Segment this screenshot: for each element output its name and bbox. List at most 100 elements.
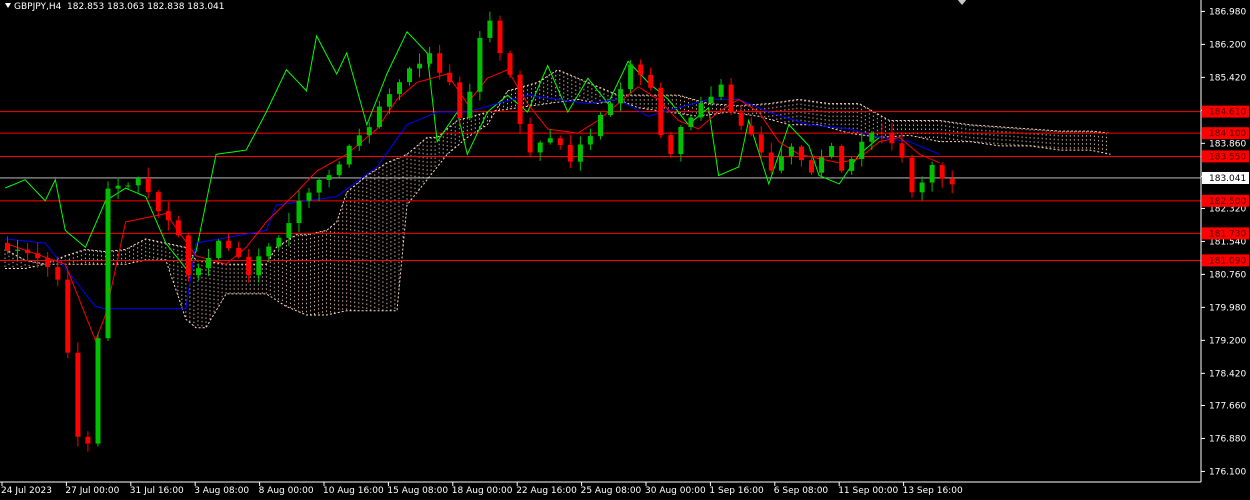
bull-candle [477,37,483,92]
bull-candle [276,237,282,247]
x-tick-label: 18 Aug 00:00 [452,486,513,496]
x-tick-label: 13 Sep 16:00 [903,486,963,496]
level-price-label: 183.550 [1209,152,1246,162]
x-tick-label: 15 Aug 08:00 [387,486,448,496]
bear-candle [155,192,161,212]
bear-candle [165,211,171,221]
bear-candle [939,165,945,179]
x-tick-label: 10 Aug 16:00 [323,486,384,496]
bear-candle [175,220,181,236]
bull-candle [778,156,784,171]
level-price-label: 184.610 [1209,108,1246,118]
bull-candle [135,178,141,186]
bull-candle [678,127,684,155]
bull-candle [15,249,21,251]
bull-candle [286,223,292,238]
bull-candle [196,268,201,276]
x-tick-label: 1 Sep 16:00 [709,486,764,496]
bear-candle [909,157,915,193]
bear-candle [507,53,513,75]
y-tick-label: 185.420 [1209,73,1246,83]
bull-candle [316,180,322,193]
dropdown-triangle-icon[interactable] [5,3,11,8]
bull-candle [427,53,433,64]
bull-candle [397,82,402,95]
bull-candle [547,138,553,143]
bull-candle [356,135,362,146]
bull-candle [919,182,925,193]
senkou-span-a-line [4,98,1111,265]
bear-candle [517,74,523,124]
bear-candle [85,436,91,444]
bear-candle [447,72,453,83]
ohlc-values: 182.853 183.063 182.838 183.041 [67,2,225,12]
bull-candle [628,64,634,90]
bear-candle [497,20,503,54]
bear-candle [879,132,885,134]
bull-candle [537,142,543,153]
bear-candle [799,146,804,161]
y-tick-label: 178.420 [1209,369,1246,379]
x-tick-label: 24 Jul 2023 [1,486,52,496]
bear-candle [527,124,533,153]
candles [5,11,955,452]
bear-candle [809,160,814,173]
bull-candle [125,185,131,187]
bull-candle [577,144,583,162]
bull-candle [386,94,392,107]
bear-candle [145,178,151,193]
bear-candle [65,279,71,353]
y-tick-label: 179.200 [1209,336,1246,346]
bull-candle [467,91,473,119]
chart-shift-marker-icon[interactable] [957,0,967,5]
bear-candle [75,352,81,437]
bull-candle [366,127,372,136]
bear-candle [728,84,734,113]
bear-candle [889,133,895,144]
bull-candle [698,103,704,118]
bull-candle [608,103,613,115]
indicator-lines [4,30,940,342]
y-tick-label: 186.200 [1209,40,1246,50]
bear-candle [246,256,252,276]
bear-candle [236,248,242,257]
bull-candle [587,136,593,145]
ichimoku-cloud [4,69,1111,329]
bull-candle [306,192,312,201]
bull-candle [105,188,111,339]
bear-candle [185,235,191,276]
bull-candle [829,146,835,157]
bull-candle [869,132,875,142]
bear-candle [748,125,754,135]
senkou-span-b-line [5,69,1111,329]
level-price-label: 184.100 [1209,129,1246,139]
y-tick-label: 176.100 [1209,467,1246,477]
bull-candle [216,240,222,258]
bear-candle [768,152,774,171]
bull-candle [929,165,935,183]
bull-candle [688,117,694,127]
bear-candle [758,134,764,153]
bull-candle [206,258,211,269]
x-tick-label: 31 Jul 16:00 [130,486,184,496]
price-chart[interactable]: 186.980186.200185.420184.640183.860183.0… [0,0,1250,500]
last-price-label: 183.041 [1209,174,1246,184]
bull-candle [708,96,714,104]
bull-candle [95,338,101,444]
bear-candle [557,138,563,145]
bear-candle [55,267,61,280]
bear-candle [226,240,232,248]
x-tick-label: 11 Sep 00:00 [838,486,898,496]
y-tick-label: 177.660 [1209,402,1246,412]
bear-candle [638,64,644,75]
bear-candle [668,135,674,154]
y-tick-label: 179.980 [1209,303,1246,313]
bull-candle [819,157,825,173]
bear-candle [25,249,31,254]
bear-candle [899,143,905,158]
bull-candle [326,175,332,180]
symbol-label: GBPJPY,H4 [14,2,62,12]
x-tick-label: 25 Aug 08:00 [581,486,642,496]
level-price-label: 181.730 [1209,229,1246,239]
x-tick-label: 6 Sep 08:00 [774,486,829,496]
